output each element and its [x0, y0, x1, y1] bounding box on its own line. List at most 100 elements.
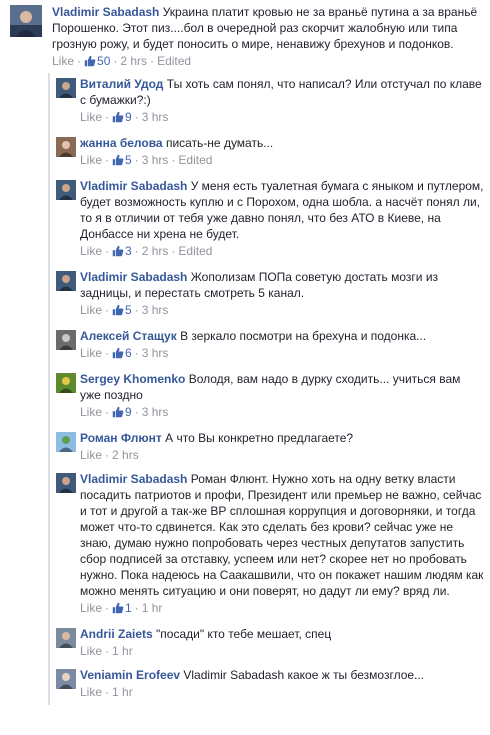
like-count[interactable]: 1 [125, 601, 132, 615]
reply-text: Vladimir Sabadash какое ж ты безмозглое.… [183, 668, 425, 682]
like-count[interactable]: 3 [125, 244, 132, 258]
avatar[interactable] [56, 330, 76, 350]
reply-text: "посади" кто тебе мешает, спец [156, 627, 332, 641]
reply-time[interactable]: 3 hrs [142, 153, 169, 167]
reply-meta: Like · 6 · 3 hrs [80, 345, 484, 363]
reply-time[interactable]: 3 hrs [142, 346, 169, 360]
reply-author[interactable]: Veniamin Erofeev [80, 668, 180, 682]
like-link[interactable]: Like [80, 405, 102, 419]
reply-meta: Like · 5 · 3 hrs · Edited [80, 152, 484, 170]
avatar[interactable] [56, 180, 76, 200]
edited-label[interactable]: Edited [157, 54, 191, 68]
edited-label[interactable]: Edited [178, 153, 212, 167]
user-photo-icon [56, 271, 76, 291]
avatar[interactable] [56, 271, 76, 291]
thumbs-up-icon [112, 154, 124, 170]
like-link[interactable]: Like [80, 601, 102, 615]
like-count[interactable]: 9 [125, 110, 132, 124]
avatar[interactable] [56, 669, 76, 689]
reply-author[interactable]: Vladimir Sabadash [80, 179, 187, 193]
reply-time[interactable]: 1 hr [142, 601, 163, 615]
replies-list: Виталий Удод Ты хоть сам понял, что напи… [48, 73, 490, 705]
edited-label[interactable]: Edited [178, 244, 212, 258]
reply-comment: Sergey Khomenko Володя, вам надо в дурку… [50, 368, 490, 427]
like-count[interactable]: 6 [125, 346, 132, 360]
like-count[interactable]: 9 [125, 405, 132, 419]
like-count[interactable]: 50 [97, 54, 110, 68]
user-photo-icon [56, 432, 76, 452]
reply-comment: Vladimir Sabadash Жополизам ПОПа советую… [50, 266, 490, 325]
reply-author[interactable]: Vladimir Sabadash [80, 270, 187, 284]
reply-meta: Like · 9 · 3 hrs [80, 109, 484, 127]
reply-author[interactable]: Виталий Удод [80, 77, 163, 91]
reply-time[interactable]: 2 hrs [142, 244, 169, 258]
avatar[interactable] [56, 432, 76, 452]
reply-comment: Виталий Удод Ты хоть сам понял, что напи… [50, 73, 490, 132]
comment-meta: Like · 50 · 2 hrs · Edited [52, 53, 484, 71]
avatar[interactable] [56, 78, 76, 98]
thumbs-up-icon [84, 55, 96, 71]
reply-author[interactable]: Алексей Стащук [80, 329, 177, 343]
like-link[interactable]: Like [80, 303, 102, 317]
user-photo-icon [56, 137, 76, 157]
like-link[interactable]: Like [80, 110, 102, 124]
reply-text: писать-не думать... [165, 136, 274, 150]
reply-comment: Vladimir Sabadash Роман Флюнт. Нужно хот… [50, 468, 490, 623]
reply-comment: Алексей Стащук В зеркало посмотри на бре… [50, 325, 490, 368]
user-photo-icon [56, 473, 76, 493]
like-link[interactable]: Like [80, 644, 102, 658]
reply-comment: Роман Флюнт А что Вы конкретно предлагае… [50, 427, 490, 468]
user-photo-icon [56, 628, 76, 648]
thumbs-up-icon [112, 347, 124, 363]
thumbs-up-icon [112, 245, 124, 261]
reply-text: А что Вы конкретно предлагаете? [165, 431, 354, 445]
user-photo-icon [56, 373, 76, 393]
thumbs-up-icon [112, 602, 124, 618]
reply-meta: Like · 9 · 3 hrs [80, 404, 484, 422]
reply-comment: жанна белова писать-не думать... Like · 5 · 3… [50, 132, 490, 175]
comment-time[interactable]: 2 hrs [120, 54, 147, 68]
user-photo-icon [56, 669, 76, 689]
avatar[interactable] [56, 137, 76, 157]
reply-comment: Veniamin Erofeev Vladimir Sabadash какое… [50, 664, 490, 705]
avatar[interactable] [56, 373, 76, 393]
main-comment: Vladimir Sabadash Украина платит кровью … [0, 0, 490, 71]
reply-meta: Like · 3 · 2 hrs · Edited [80, 243, 484, 261]
reply-time[interactable]: 1 hr [112, 644, 133, 658]
reply-meta: Like · 2 hrs [80, 448, 139, 462]
reply-time[interactable]: 3 hrs [142, 110, 169, 124]
like-link[interactable]: Like [80, 153, 102, 167]
avatar[interactable] [56, 628, 76, 648]
like-link[interactable]: Like [80, 685, 102, 699]
reply-author[interactable]: Роман Флюнт [80, 431, 162, 445]
reply-author[interactable]: Vladimir Sabadash [80, 472, 187, 486]
reply-author[interactable]: Andrii Zaiets [80, 627, 153, 641]
reply-time[interactable]: 1 hr [112, 685, 133, 699]
reply-comment: Vladimir Sabadash У меня есть туалетная … [50, 175, 490, 266]
avatar[interactable] [56, 473, 76, 493]
like-link[interactable]: Like [52, 54, 74, 68]
avatar[interactable] [10, 5, 42, 37]
reply-meta: Like · 5 · 3 hrs [80, 302, 484, 320]
like-link[interactable]: Like [80, 448, 102, 462]
reply-time[interactable]: 2 hrs [112, 448, 139, 462]
reply-meta: Like · 1 hr [80, 644, 133, 658]
comment-thread: Vladimir Sabadash Украина платит кровью … [0, 0, 490, 735]
reply-time[interactable]: 3 hrs [142, 303, 169, 317]
like-link[interactable]: Like [80, 244, 102, 258]
thumbs-up-icon [112, 111, 124, 127]
like-count[interactable]: 5 [125, 153, 132, 167]
user-photo-icon [56, 78, 76, 98]
reply-author[interactable]: жанна белова [80, 136, 163, 150]
thumbs-up-icon [112, 304, 124, 320]
user-photo-icon [56, 330, 76, 350]
reply-time[interactable]: 3 hrs [142, 405, 169, 419]
user-photo-icon [56, 180, 76, 200]
reply-author[interactable]: Sergey Khomenko [80, 372, 185, 386]
user-photo-icon [10, 5, 42, 37]
comment-author[interactable]: Vladimir Sabadash [52, 5, 159, 19]
like-link[interactable]: Like [80, 346, 102, 360]
thumbs-up-icon [112, 406, 124, 422]
like-count[interactable]: 5 [125, 303, 132, 317]
reply-meta: Like · 1 · 1 hr [80, 600, 484, 618]
